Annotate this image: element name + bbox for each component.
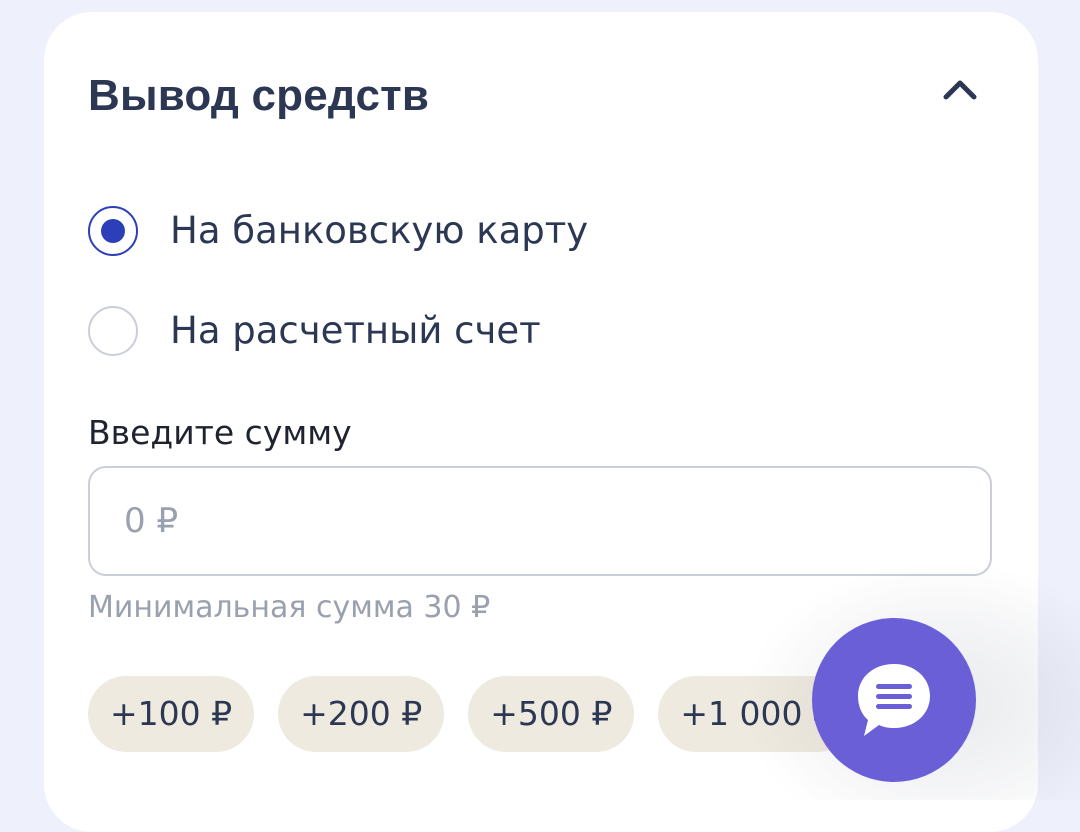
collapse-button[interactable]: [928, 64, 992, 116]
quick-amount-chips: +100 ₽ +200 ₽ +500 ₽ +1 000 ₽: [88, 676, 856, 752]
radio-label-bank-card: На банковскую карту: [170, 209, 589, 252]
radio-option-bank-card[interactable]: На банковскую карту: [88, 203, 588, 259]
chat-icon: [858, 664, 930, 736]
chat-button[interactable]: [812, 618, 976, 782]
radio-option-settlement-account[interactable]: На расчетный счет: [88, 303, 541, 359]
quick-amount-500[interactable]: +500 ₽: [468, 676, 635, 752]
radio-button-bank-card[interactable]: [88, 206, 138, 256]
radio-selected-dot: [101, 219, 125, 243]
chevron-up-icon: [943, 80, 977, 100]
amount-input[interactable]: [88, 466, 992, 576]
withdraw-title: Вывод средств: [88, 71, 430, 120]
amount-label: Введите сумму: [88, 413, 352, 452]
quick-amount-100[interactable]: +100 ₽: [88, 676, 255, 752]
min-amount-hint: Минимальная сумма 30 ₽: [88, 590, 491, 625]
radio-button-settlement-account[interactable]: [88, 306, 138, 356]
radio-label-settlement-account: На расчетный счет: [170, 309, 541, 352]
quick-amount-200[interactable]: +200 ₽: [278, 676, 445, 752]
